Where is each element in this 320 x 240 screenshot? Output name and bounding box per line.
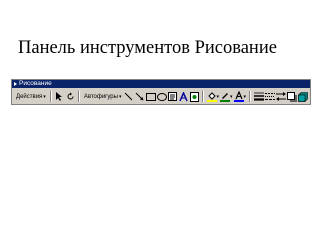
clip-art-button[interactable] — [190, 91, 200, 102]
line-color-button[interactable] — [220, 91, 231, 102]
chevron-down-icon[interactable]: ▾ — [244, 94, 247, 100]
rotate-icon — [67, 92, 74, 100]
toolbar-buttons-row: Действия ▾ Автофигуры ▾ ▾ ▾ ▾ — [12, 89, 310, 104]
drawing-toolbar: Рисование Действия ▾ Автофигуры ▾ ▾ ▾ ▾ — [11, 79, 311, 105]
font-color-button[interactable] — [234, 91, 244, 102]
line-icon — [125, 92, 133, 101]
clip-art-icon — [190, 91, 200, 102]
toolbar-separator — [77, 91, 80, 102]
chevron-down-icon: ▾ — [43, 93, 46, 100]
fill-color-button[interactable] — [206, 91, 217, 102]
3d-button[interactable] — [297, 91, 308, 102]
dash-style-icon — [264, 93, 275, 100]
line-button[interactable] — [124, 91, 134, 102]
line-style-icon — [253, 92, 264, 101]
actions-menu-label: Действия — [16, 93, 43, 100]
slide-title: Панель инструментов Рисование — [18, 38, 277, 58]
chevron-down-icon[interactable]: ▾ — [216, 94, 219, 100]
dash-style-button[interactable] — [264, 91, 275, 102]
rectangle-icon — [145, 92, 156, 101]
select-objects-button[interactable] — [54, 91, 64, 102]
toolbar-title: Рисование — [19, 80, 52, 87]
oval-button[interactable] — [156, 91, 167, 102]
shadow-icon — [286, 91, 297, 102]
3d-cube-icon — [297, 91, 308, 102]
wordart-icon — [179, 91, 189, 101]
rectangle-button[interactable] — [145, 91, 156, 102]
toolbar-separator — [49, 91, 52, 102]
autoshapes-menu-label: Автофигуры — [83, 93, 118, 100]
toolbar-titlebar[interactable]: Рисование — [12, 80, 310, 88]
paint-bucket-icon — [206, 92, 217, 102]
select-cursor-icon — [56, 92, 63, 101]
arrow-button[interactable] — [135, 91, 145, 102]
wordart-button[interactable] — [179, 91, 189, 102]
free-rotate-button[interactable] — [65, 91, 75, 102]
font-color-icon — [234, 91, 244, 102]
toolbar-menu-arrow-icon[interactable] — [14, 82, 17, 86]
arrow-icon — [136, 92, 144, 101]
actions-menu-button[interactable]: Действия ▾ — [14, 91, 48, 102]
toolbar-separator — [202, 91, 205, 102]
oval-icon — [156, 92, 167, 101]
shadow-button[interactable] — [286, 91, 297, 102]
pen-icon — [220, 93, 231, 102]
chevron-down-icon: ▾ — [118, 93, 122, 100]
arrow-style-button[interactable] — [275, 91, 286, 102]
line-style-button[interactable] — [253, 91, 264, 102]
arrow-style-icon — [275, 92, 286, 101]
chevron-down-icon[interactable]: ▾ — [230, 94, 233, 100]
text-box-button[interactable] — [168, 91, 178, 102]
toolbar-separator — [249, 91, 252, 102]
autoshapes-menu-button[interactable]: Автофигуры ▾ — [82, 91, 124, 102]
text-box-icon — [168, 92, 178, 101]
